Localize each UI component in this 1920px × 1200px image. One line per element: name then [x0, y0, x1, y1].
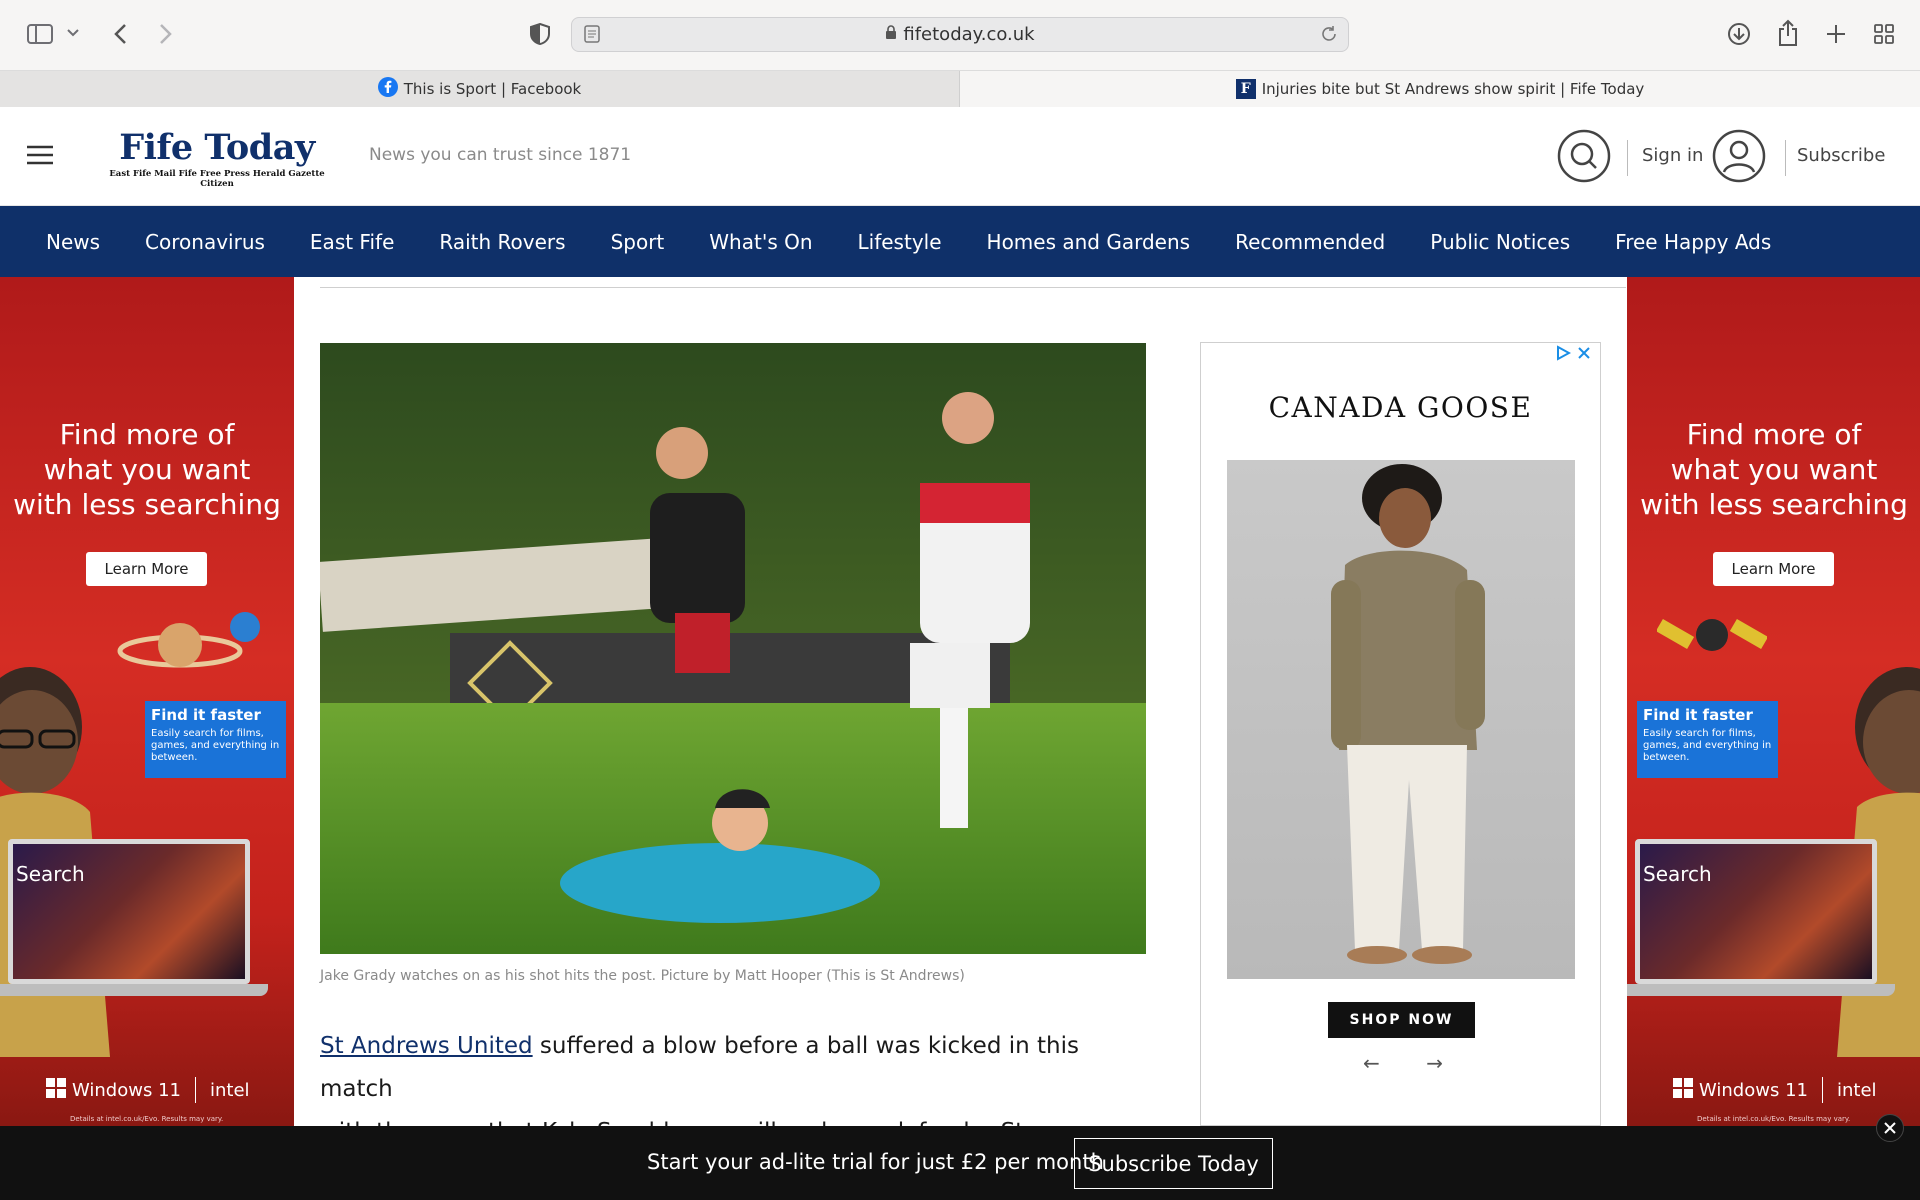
shop-now-button[interactable]: SHOP NOW — [1328, 1002, 1475, 1038]
tab-title: Injuries bite but St Andrews show spirit… — [1261, 80, 1645, 98]
search-label: Search — [16, 862, 85, 886]
subscription-banner: Start your ad-lite trial for just £2 per… — [0, 1126, 1920, 1200]
reload-icon[interactable] — [1320, 25, 1338, 48]
facebook-icon — [377, 77, 398, 101]
article-photo[interactable] — [320, 343, 1146, 954]
laptop-base — [0, 984, 268, 996]
main-nav: News Coronavirus East Fife Raith Rovers … — [0, 206, 1920, 277]
divider — [320, 287, 1626, 288]
laptop-image — [1635, 839, 1877, 984]
ad-fine-print: Details at intel.co.uk/Evo. Results may … — [70, 1115, 224, 1123]
fifetoday-favicon: F — [1235, 79, 1256, 99]
side-ad-left[interactable]: Find more of what you want with less sea… — [0, 277, 294, 1126]
find-it-faster-card: Find it faster Easily search for films, … — [145, 701, 286, 778]
find-it-faster-card: Find it faster Easily search for films, … — [1637, 701, 1778, 778]
side-ad-right[interactable]: Find more of what you want with less sea… — [1627, 277, 1920, 1126]
ad-brand: CANADA GOOSE — [1268, 391, 1533, 424]
url-text: fifetoday.co.uk — [903, 24, 1035, 45]
search-label: Search — [1643, 862, 1712, 886]
nav-item-coronavirus[interactable]: Coronavirus — [145, 230, 265, 254]
photo-caption: Jake Grady watches on as his shot hits t… — [320, 968, 965, 984]
nav-item-news[interactable]: News — [46, 230, 100, 254]
st-andrews-united-link[interactable]: St Andrews United — [320, 1033, 533, 1059]
ad-headline: Find more of what you want with less sea… — [13, 418, 281, 521]
subscribe-link[interactable]: Subscribe — [1797, 145, 1885, 166]
back-icon[interactable] — [110, 20, 130, 48]
ad-choices[interactable] — [1555, 345, 1591, 365]
sign-in-link[interactable]: Sign in — [1642, 145, 1703, 166]
close-icon — [1577, 345, 1591, 365]
ad-product-photo — [1227, 460, 1575, 979]
nav-item-raith-rovers[interactable]: Raith Rovers — [439, 230, 565, 254]
share-icon[interactable] — [1776, 18, 1800, 48]
banner-text: Start your ad-lite trial for just £2 per… — [647, 1150, 1104, 1174]
satellite-icon — [1655, 597, 1769, 682]
arrow-right-icon[interactable]: → — [1426, 1051, 1443, 1075]
nav-item-east-fife[interactable]: East Fife — [310, 230, 394, 254]
tab-fifetoday[interactable]: F Injuries bite but St Andrews show spir… — [960, 71, 1920, 107]
subscribe-today-button[interactable]: Subscribe Today — [1074, 1138, 1273, 1189]
windows-icon — [46, 1077, 66, 1103]
site-tagline: News you can trust since 1871 — [369, 145, 632, 165]
tab-title: This is Sport | Facebook — [403, 80, 582, 98]
browser-toolbar: fifetoday.co.uk — [0, 0, 1920, 70]
nav-item-recommended[interactable]: Recommended — [1235, 230, 1385, 254]
nav-item-sport[interactable]: Sport — [611, 230, 665, 254]
nav-item-free-happy-ads[interactable]: Free Happy Ads — [1615, 230, 1771, 254]
nav-item-whats-on[interactable]: What's On — [709, 230, 812, 254]
adchoices-icon — [1555, 345, 1572, 365]
site-logo[interactable]: Fife Today — [96, 127, 338, 168]
chevron-down-icon[interactable] — [66, 26, 80, 40]
ad-carousel-controls: ← → — [1363, 1051, 1443, 1075]
laptop-base — [1627, 984, 1895, 996]
download-icon[interactable] — [1726, 21, 1752, 47]
logo-subtitle: East Fife Mail Fife Free Press Herald Ga… — [109, 169, 325, 189]
new-tab-icon[interactable] — [1824, 22, 1848, 46]
arrow-left-icon[interactable]: ← — [1363, 1051, 1380, 1075]
nav-item-public-notices[interactable]: Public Notices — [1430, 230, 1570, 254]
learn-more-button[interactable]: Learn More — [86, 552, 207, 586]
privacy-shield-icon[interactable] — [528, 22, 552, 46]
account-icon[interactable] — [1712, 129, 1766, 188]
reader-icon[interactable] — [584, 25, 600, 48]
divider — [1785, 140, 1786, 176]
address-bar[interactable]: fifetoday.co.uk — [571, 17, 1349, 52]
windows-icon — [1673, 1077, 1693, 1103]
windows-intel-brand: Windows 11 intel — [1673, 1077, 1877, 1103]
divider — [1627, 140, 1628, 176]
tab-overview-icon[interactable] — [1872, 22, 1896, 46]
lock-icon — [885, 24, 897, 45]
search-icon[interactable] — [1557, 129, 1611, 188]
browser-window: fifetoday.co.uk This is Sport | Facebook… — [0, 0, 1920, 1200]
tab-facebook[interactable]: This is Sport | Facebook — [0, 71, 960, 107]
forward-icon[interactable] — [156, 20, 176, 48]
laptop-image — [8, 839, 250, 984]
close-icon[interactable] — [1876, 1114, 1904, 1142]
display-ad[interactable]: CANADA GOOSE SHOP NOW ← → — [1200, 342, 1601, 1126]
ad-headline: Find more of what you want with less sea… — [1640, 418, 1908, 521]
learn-more-button[interactable]: Learn More — [1713, 552, 1834, 586]
planet-icon — [110, 607, 270, 692]
sidebar-toggle-icon[interactable] — [26, 22, 54, 46]
nav-item-lifestyle[interactable]: Lifestyle — [858, 230, 942, 254]
site-header: Fife Today East Fife Mail Fife Free Pres… — [0, 107, 1920, 206]
tab-bar: This is Sport | Facebook F Injuries bite… — [0, 70, 1920, 107]
windows-intel-brand: Windows 11 intel — [46, 1077, 250, 1103]
hamburger-menu-icon[interactable] — [27, 145, 53, 170]
nav-item-homes-gardens[interactable]: Homes and Gardens — [987, 230, 1191, 254]
ad-fine-print: Details at intel.co.uk/Evo. Results may … — [1697, 1115, 1851, 1123]
